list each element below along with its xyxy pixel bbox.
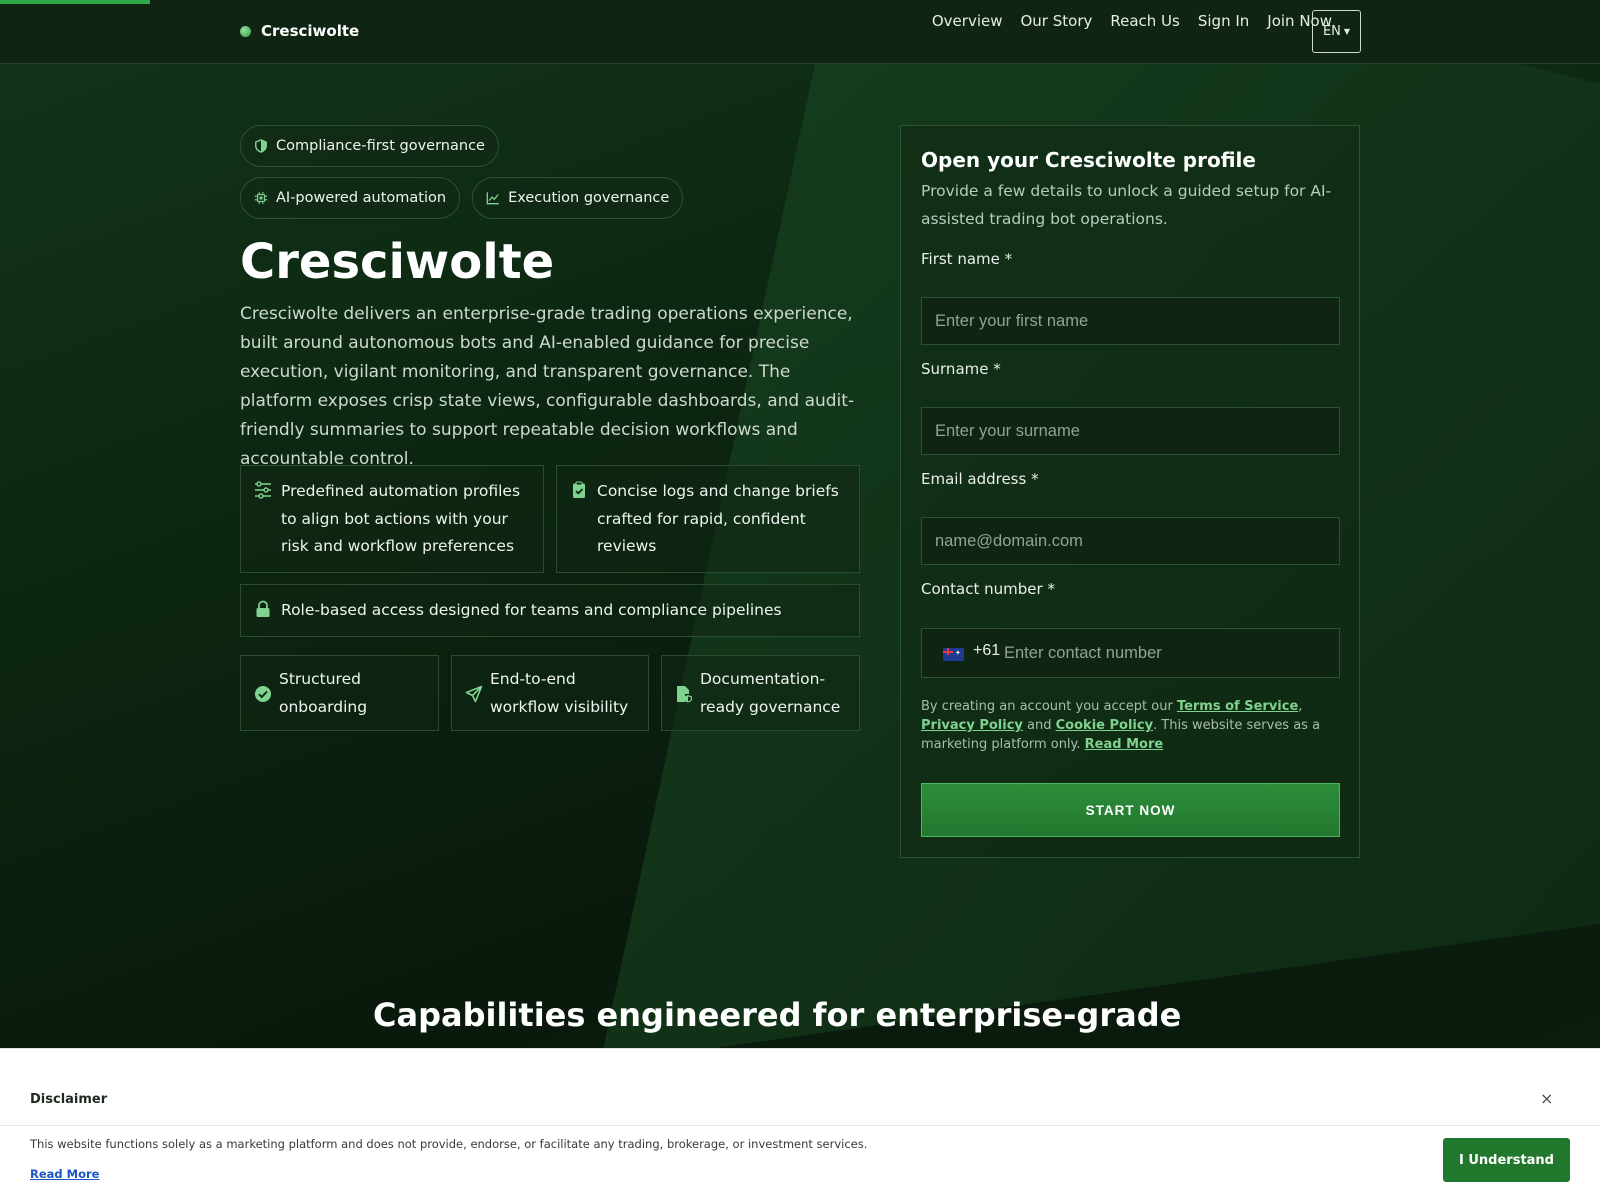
terms-link[interactable]: Terms of Service [1177, 699, 1298, 714]
legal-separator: and [1022, 718, 1056, 733]
nav-reach-us[interactable]: Reach Us [1110, 12, 1180, 30]
hero-description: Cresciwolte delivers an enterprise-grade… [240, 304, 855, 469]
nav-our-story[interactable]: Our Story [1020, 12, 1092, 30]
phone-field: +61 [921, 628, 1340, 678]
shield-icon [255, 139, 267, 153]
highlight-text: End-to-end workflow visibility [490, 670, 629, 716]
start-now-button[interactable]: START NOW [921, 783, 1340, 837]
brand[interactable]: Cresciwolte [240, 22, 359, 40]
disclaimer-text: This website functions solely as a marke… [30, 1137, 868, 1151]
feature-text: Role-based access designed for teams and… [281, 601, 782, 619]
lock-icon [256, 600, 270, 617]
language-code: EN [1322, 24, 1341, 39]
clipboard-check-icon [573, 481, 585, 498]
highlight-text: Structured onboarding [279, 670, 368, 716]
feature-card-logs: Concise logs and change briefs crafted f… [556, 465, 860, 573]
brand-logo-icon [240, 25, 251, 37]
phone-label: Contact number * [921, 580, 1055, 598]
surname-input[interactable] [921, 407, 1340, 455]
dial-code[interactable]: +61 [973, 642, 1000, 660]
brand-name: Cresciwolte [261, 22, 360, 40]
close-icon[interactable]: × [1540, 1089, 1553, 1108]
scroll-progress-bar [0, 0, 150, 4]
first-name-label: First name * [921, 250, 1013, 268]
nav-overview[interactable]: Overview [932, 12, 1003, 30]
feature-text: Predefined automation profiles to align … [281, 482, 521, 555]
capabilities-heading: Capabilities engineered for enterprise-g… [373, 996, 1182, 1034]
surname-label: Surname * [921, 360, 1001, 378]
sliders-icon [255, 481, 271, 499]
disclaimer-header: Disclaimer × [0, 1049, 1600, 1126]
first-name-input[interactable] [921, 297, 1340, 345]
email-input[interactable] [921, 517, 1340, 565]
hero-chips: Compliance-first governance AI-powered a… [240, 125, 720, 219]
cookie-link[interactable]: Cookie Policy [1056, 718, 1153, 733]
feature-card-role-access: Role-based access designed for teams and… [240, 584, 860, 637]
highlight-workflow-visibility: End-to-end workflow visibility [451, 655, 649, 731]
check-circle-icon [255, 686, 271, 702]
language-selector[interactable]: EN ▼ [1312, 10, 1361, 53]
nav-sign-in[interactable]: Sign In [1198, 12, 1249, 30]
australia-flag-icon[interactable] [943, 648, 964, 661]
legal-separator: , [1298, 699, 1303, 714]
chip-icon [254, 191, 268, 205]
form-subtitle: Provide a few details to unlock a guided… [921, 182, 1332, 228]
email-label: Email address * [921, 470, 1039, 488]
highlight-structured-onboarding: Structured onboarding [240, 655, 439, 731]
privacy-link[interactable]: Privacy Policy [921, 718, 1023, 733]
chip-label: Compliance-first governance [276, 138, 485, 154]
feature-text: Concise logs and change briefs crafted f… [597, 482, 839, 555]
feature-card-automation-profiles: Predefined automation profiles to align … [240, 465, 544, 573]
chart-line-icon [486, 192, 499, 205]
highlight-documentation: Documentation-ready governance [661, 655, 860, 731]
chip-compliance: Compliance-first governance [240, 125, 499, 167]
send-icon [465, 685, 483, 703]
hero-title: Cresciwolte [240, 234, 555, 290]
file-shield-icon [677, 686, 692, 703]
form-title: Open your Cresciwolte profile [921, 148, 1256, 172]
chip-label: Execution governance [508, 190, 670, 206]
chip-execution: Execution governance [472, 177, 684, 219]
legal-consent-text: By creating an account you accept our Te… [921, 697, 1341, 754]
disclaimer-banner: Disclaimer × This website functions sole… [0, 1048, 1600, 1200]
caret-down-icon: ▼ [1343, 27, 1351, 36]
phone-input[interactable] [1004, 629, 1334, 677]
signup-form: Open your Cresciwolte profile Provide a … [900, 125, 1360, 858]
legal-read-more-link[interactable]: Read More [1085, 737, 1164, 752]
site-header: Cresciwolte Overview Our Story Reach Us … [0, 0, 1600, 64]
disclaimer-title: Disclaimer [30, 1092, 108, 1107]
i-understand-button[interactable]: I Understand [1443, 1138, 1570, 1182]
legal-prefix: By creating an account you accept our [921, 699, 1177, 714]
chip-label: AI-powered automation [276, 190, 447, 206]
disclaimer-read-more-link[interactable]: Read More [30, 1167, 99, 1181]
highlight-text: Documentation-ready governance [700, 670, 841, 716]
main-nav: Overview Our Story Reach Us Sign In Join… [932, 12, 1332, 30]
chip-ai-automation: AI-powered automation [240, 177, 461, 219]
